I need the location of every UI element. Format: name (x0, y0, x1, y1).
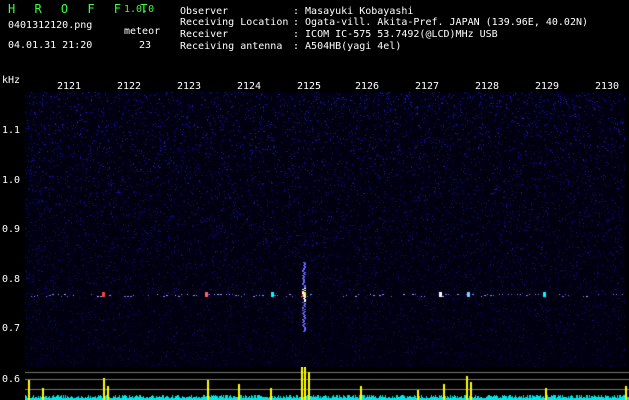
meteor-label: meteor (124, 26, 161, 37)
x-tick: 2121 (57, 81, 82, 92)
x-tick: 2127 (415, 81, 440, 92)
signal-level-plot (25, 367, 629, 400)
meteor-count: 23 (139, 40, 152, 51)
info-value-location: : Ogata-vill. Akita-Pref. JAPAN (139.96E… (293, 17, 589, 28)
x-tick: 2124 (237, 81, 262, 92)
spectrogram (25, 92, 625, 367)
y-tick: 0.8 (2, 274, 21, 285)
y-tick: 1.1 (2, 125, 21, 136)
info-label-antenna: Receiving antenna (180, 41, 283, 52)
x-tick: 2128 (475, 81, 500, 92)
x-tick: 2122 (117, 81, 142, 92)
x-tick: 2129 (535, 81, 560, 92)
x-tick: 2125 (297, 81, 322, 92)
y-tick: 0.7 (2, 323, 21, 334)
info-value-receiver: : ICOM IC-575 53.7492(@LCD)MHz USB (293, 29, 498, 40)
info-label-location: Receiving Location (180, 17, 289, 28)
info-label-receiver: Receiver (180, 29, 229, 40)
x-tick: 2130 (595, 81, 620, 92)
info-value-antenna: : A504HB(yagi 4el) (293, 41, 402, 52)
file-timestamp: 04.01.31 21:20 (8, 40, 93, 51)
y-tick: 0.9 (2, 224, 21, 235)
y-tick: 0.6 (2, 374, 21, 385)
y-axis-unit: kHz (2, 75, 21, 86)
y-tick: 1.0 (2, 175, 21, 186)
x-tick: 2123 (177, 81, 202, 92)
x-tick: 2126 (355, 81, 380, 92)
file-name: 0401312120.png (8, 20, 93, 31)
app-version: 1.0.0 (124, 4, 155, 15)
